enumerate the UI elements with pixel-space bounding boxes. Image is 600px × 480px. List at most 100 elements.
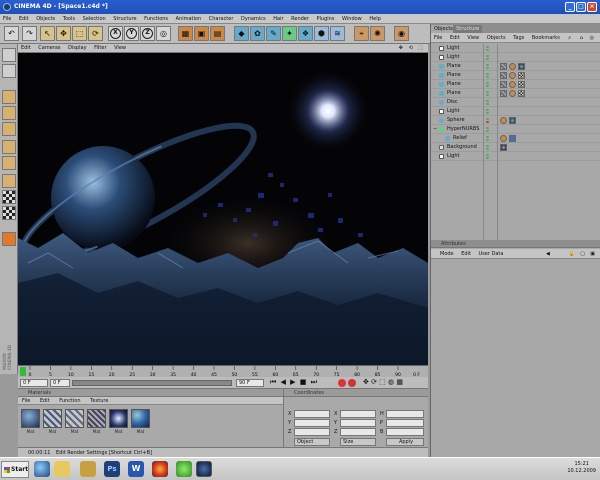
object-menu-file[interactable]: File bbox=[431, 33, 445, 43]
menu-dynamics[interactable]: Dynamics bbox=[238, 14, 269, 24]
object-row-plane[interactable]: Plane bbox=[431, 80, 600, 89]
menu-selection[interactable]: Selection bbox=[80, 14, 109, 24]
photoshop-icon[interactable]: Ps bbox=[104, 461, 120, 477]
x-axis-icon[interactable]: X bbox=[108, 26, 123, 41]
grid-icon[interactable] bbox=[2, 190, 16, 204]
visibility-toggle[interactable] bbox=[483, 134, 495, 143]
material-tag-icon[interactable] bbox=[518, 63, 525, 70]
render-view-icon[interactable]: ▦ bbox=[178, 26, 193, 41]
object-row-relief[interactable]: Relief bbox=[431, 134, 600, 143]
collapse-icon[interactable]: − bbox=[433, 125, 437, 134]
visibility-toggle[interactable] bbox=[483, 125, 495, 134]
search-icon[interactable]: ⌕ bbox=[565, 33, 574, 43]
end-frame-field[interactable]: 90 F bbox=[236, 379, 264, 387]
texture-tag-icon[interactable] bbox=[500, 72, 507, 79]
visibility-toggle[interactable] bbox=[483, 107, 495, 116]
menu-objects[interactable]: Objects bbox=[33, 14, 58, 24]
autokey-icon[interactable] bbox=[348, 379, 356, 387]
attributes-menu-user-data[interactable]: User Data bbox=[476, 249, 507, 259]
visibility-toggle[interactable] bbox=[483, 116, 495, 125]
size-x-field[interactable] bbox=[340, 410, 376, 418]
viewport-move-icon[interactable]: ✥ bbox=[396, 44, 406, 53]
menu-character[interactable]: Character bbox=[206, 14, 237, 24]
checkmark-app-icon[interactable] bbox=[176, 461, 192, 477]
phong-tag-icon[interactable] bbox=[500, 135, 507, 142]
checker-icon[interactable] bbox=[2, 206, 16, 220]
object-menu-view[interactable]: View bbox=[464, 33, 482, 43]
position-y-field[interactable] bbox=[294, 419, 330, 427]
materials-menu-texture[interactable]: Texture bbox=[86, 397, 112, 405]
rotate-icon[interactable]: ⟳ bbox=[88, 26, 103, 41]
visibility-toggle[interactable] bbox=[483, 71, 495, 80]
materials-menu-file[interactable]: File bbox=[18, 397, 34, 405]
position-x-field[interactable] bbox=[294, 410, 330, 418]
array-icon[interactable]: ✦ bbox=[282, 26, 297, 41]
compositing-tag-icon[interactable] bbox=[518, 72, 525, 79]
size-z-field[interactable] bbox=[340, 428, 376, 436]
viewport-menu-display[interactable]: Display bbox=[65, 44, 89, 53]
maximize-button[interactable]: □ bbox=[576, 2, 586, 12]
explorer-icon[interactable] bbox=[80, 461, 96, 477]
y-axis-icon[interactable]: Y bbox=[124, 26, 139, 41]
phong-tag-icon[interactable] bbox=[509, 63, 516, 70]
word-icon[interactable]: W bbox=[128, 461, 144, 477]
render-picture-icon[interactable]: ▣ bbox=[194, 26, 209, 41]
firefox-icon[interactable] bbox=[152, 461, 168, 477]
nurbs-icon[interactable]: ✿ bbox=[250, 26, 265, 41]
object-menu-bookmarks[interactable]: Bookmarks bbox=[529, 33, 563, 43]
object-row-background[interactable]: Background bbox=[431, 143, 600, 152]
visibility-toggle[interactable] bbox=[483, 143, 495, 152]
menu-window[interactable]: Window bbox=[339, 14, 365, 24]
3d-viewport[interactable] bbox=[18, 53, 428, 365]
timeline[interactable]: 0 5 10 15 20 25 30 35 40 45 50 55 60 65 70 75 80 85 90 0 F bbox=[18, 365, 428, 378]
render-settings-icon[interactable]: ▤ bbox=[210, 26, 225, 41]
object-row-light[interactable]: Light bbox=[431, 44, 600, 53]
object-row-light[interactable]: Light bbox=[431, 152, 600, 161]
visibility-toggle[interactable] bbox=[483, 62, 495, 71]
move-icon[interactable]: ✥ bbox=[56, 26, 71, 41]
redo-icon[interactable]: ↷ bbox=[22, 26, 37, 41]
material-swatch[interactable] bbox=[43, 409, 62, 428]
texture-tag-icon[interactable] bbox=[500, 90, 507, 97]
menu-help[interactable]: Help bbox=[366, 14, 383, 24]
object-row-plane[interactable]: Plane bbox=[431, 71, 600, 80]
tab-structure[interactable]: Structure bbox=[453, 25, 483, 33]
attributes-menu-edit[interactable]: Edit bbox=[458, 249, 474, 259]
current-frame-field[interactable]: 0 F bbox=[20, 379, 48, 387]
model-mode-icon[interactable] bbox=[2, 48, 16, 62]
compositing-tag-icon[interactable] bbox=[518, 90, 525, 97]
phong-tag-icon[interactable] bbox=[500, 117, 507, 124]
position-z-field[interactable] bbox=[294, 428, 330, 436]
target-icon[interactable]: ◎ bbox=[587, 33, 597, 43]
menu-render[interactable]: Render bbox=[288, 14, 312, 24]
select-arrow-icon[interactable]: ↖ bbox=[40, 26, 55, 41]
material-swatch[interactable] bbox=[87, 409, 106, 428]
attributes-menu-mode[interactable]: Mode bbox=[437, 249, 457, 259]
viewport-menu-edit[interactable]: Edit bbox=[18, 44, 34, 53]
material-swatch[interactable] bbox=[131, 409, 150, 428]
spline-icon[interactable]: ✎ bbox=[266, 26, 281, 41]
object-row-plane[interactable]: Plane bbox=[431, 62, 600, 71]
material-swatch[interactable] bbox=[21, 409, 40, 428]
record-icon[interactable] bbox=[338, 379, 346, 387]
deformer-icon[interactable]: ❖ bbox=[298, 26, 313, 41]
tweak-mode-icon[interactable] bbox=[2, 174, 16, 188]
camera-icon[interactable]: ⌖ bbox=[354, 26, 369, 41]
internet-explorer-icon[interactable] bbox=[34, 461, 50, 477]
expand-icon[interactable]: ▣ bbox=[587, 249, 598, 259]
cinema4d-taskbar-icon[interactable] bbox=[196, 461, 212, 477]
minimize-button[interactable]: _ bbox=[565, 2, 575, 12]
phong-tag-icon[interactable] bbox=[509, 90, 516, 97]
scale-icon[interactable]: ⬚ bbox=[72, 26, 87, 41]
hair-icon[interactable]: ≋ bbox=[330, 26, 345, 41]
range-slider[interactable] bbox=[72, 380, 232, 386]
magnet-icon[interactable] bbox=[2, 232, 16, 246]
object-list-empty-area[interactable] bbox=[431, 161, 600, 240]
back-arrow-icon[interactable]: ◀ bbox=[543, 249, 553, 259]
object-mode-icon[interactable] bbox=[2, 64, 16, 78]
phong-tag-icon[interactable] bbox=[509, 81, 516, 88]
texture-mode-icon[interactable] bbox=[2, 140, 16, 154]
menu-plugins[interactable]: Plugins bbox=[314, 14, 338, 24]
z-axis-icon[interactable]: Z bbox=[140, 26, 155, 41]
material-tag-icon[interactable] bbox=[500, 144, 507, 151]
